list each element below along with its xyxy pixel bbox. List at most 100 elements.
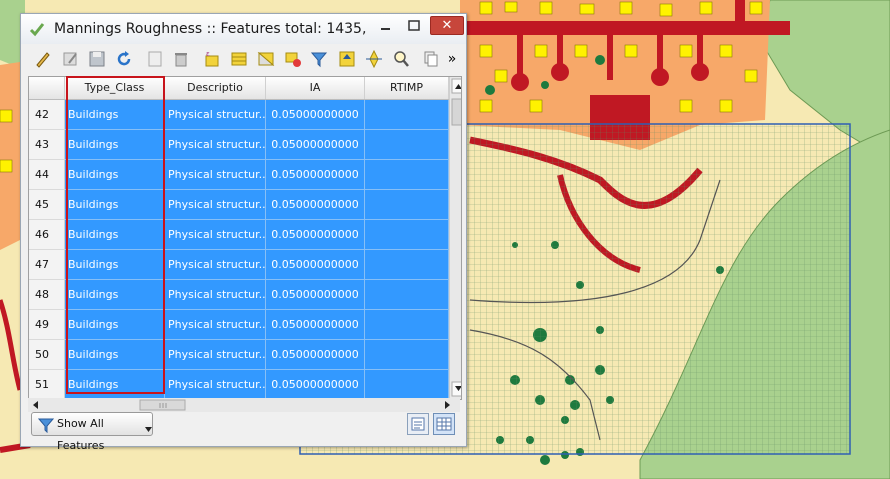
cell-rtimp[interactable]	[365, 250, 449, 280]
table-row[interactable]: 47 Buildings Physical structur... 0.0500000…	[29, 250, 461, 280]
delete-button[interactable]	[171, 49, 191, 69]
column-header-ia[interactable]: IA	[266, 77, 365, 99]
more-button[interactable]: »	[445, 49, 459, 69]
cell-descriptio[interactable]: Physical structur...	[165, 190, 266, 220]
filter-button[interactable]	[309, 49, 329, 69]
cell-ia[interactable]: 0.05000000000	[266, 130, 365, 160]
cell-rtimp[interactable]	[365, 100, 449, 130]
row-number[interactable]: 49	[29, 310, 65, 340]
cell-ia[interactable]: 0.05000000000	[266, 190, 365, 220]
column-header-descriptio[interactable]: Descriptio	[165, 77, 266, 99]
attribute-table: Type_Class Descriptio IA RTIMP 42 Buildin…	[28, 76, 462, 400]
show-all-features-label: Show All Features	[57, 417, 105, 452]
cell-ia[interactable]: 0.05000000000	[266, 160, 365, 190]
cell-rtimp[interactable]	[365, 310, 449, 340]
row-number[interactable]: 42	[29, 100, 65, 130]
cell-type-class[interactable]: Buildings	[65, 160, 165, 190]
cell-rtimp[interactable]	[365, 130, 449, 160]
cell-descriptio[interactable]: Physical structur...	[165, 130, 266, 160]
select-by-expression-icon: ε	[205, 50, 219, 67]
svg-text:ε: ε	[206, 50, 210, 58]
close-button[interactable]: ✕	[430, 16, 464, 35]
cell-type-class[interactable]: Buildings	[65, 250, 165, 280]
save-button[interactable]	[87, 49, 107, 69]
new-feature-icon	[148, 51, 162, 67]
cell-descriptio[interactable]: Physical structur...	[165, 280, 266, 310]
cell-type-class[interactable]: Buildings	[65, 130, 165, 160]
vertical-scrollbar[interactable]	[449, 77, 461, 399]
row-number[interactable]: 48	[29, 280, 65, 310]
cell-type-class[interactable]: Buildings	[65, 310, 165, 340]
maximize-button[interactable]	[401, 17, 427, 35]
cell-ia[interactable]: 0.05000000000	[266, 280, 365, 310]
pan-to-selected-button[interactable]	[364, 49, 384, 69]
move-selected-to-top-icon	[339, 51, 355, 67]
deselect-icon	[285, 52, 301, 67]
show-all-features-button[interactable]: Show All Features	[31, 412, 153, 452]
table-row[interactable]: 50 Buildings Physical structur... 0.0500000…	[29, 340, 461, 370]
row-number[interactable]: 43	[29, 130, 65, 160]
window-title: Mannings Roughness :: Features total: 14…	[54, 21, 369, 37]
edit-pencil-button[interactable]	[33, 49, 53, 69]
cell-rtimp[interactable]	[365, 280, 449, 310]
table-row[interactable]: 43 Buildings Physical structur... 0.0500000…	[29, 130, 461, 160]
cell-ia[interactable]: 0.05000000000	[266, 220, 365, 250]
row-number[interactable]: 50	[29, 340, 65, 370]
cell-type-class[interactable]: Buildings	[65, 100, 165, 130]
table-row[interactable]: 48 Buildings Physical structur... 0.0500000…	[29, 280, 461, 310]
column-header-type-class[interactable]: Type_Class	[65, 77, 165, 99]
table-row[interactable]: 51 Buildings Physical structur... 0.0500000…	[29, 370, 461, 399]
invert-selection-button[interactable]	[256, 49, 276, 69]
cell-ia[interactable]: 0.05000000000	[266, 100, 365, 130]
cell-descriptio[interactable]: Physical structur...	[165, 340, 266, 370]
cell-type-class[interactable]: Buildings	[65, 190, 165, 220]
table-row[interactable]: 46 Buildings Physical structur... 0.0500000…	[29, 220, 461, 250]
row-number[interactable]: 47	[29, 250, 65, 280]
copy-button[interactable]	[421, 49, 441, 69]
move-selected-to-top-button[interactable]	[337, 49, 357, 69]
cell-rtimp[interactable]	[365, 220, 449, 250]
row-number[interactable]: 51	[29, 370, 65, 399]
cell-descriptio[interactable]: Physical structur...	[165, 220, 266, 250]
cell-descriptio[interactable]: Physical structur...	[165, 370, 266, 399]
horizontal-scrollbar[interactable]	[28, 398, 460, 412]
table-row[interactable]: 44 Buildings Physical structur... 0.0500000…	[29, 160, 461, 190]
cell-rtimp[interactable]	[365, 340, 449, 370]
table-row[interactable]: 45 Buildings Physical structur... 0.0500000…	[29, 190, 461, 220]
row-number[interactable]: 44	[29, 160, 65, 190]
cell-type-class[interactable]: Buildings	[65, 280, 165, 310]
row-number[interactable]: 45	[29, 190, 65, 220]
column-header-rtimp[interactable]: RTIMP	[365, 77, 449, 99]
row-number[interactable]: 46	[29, 220, 65, 250]
corner-header[interactable]	[29, 77, 65, 99]
cell-rtimp[interactable]	[365, 160, 449, 190]
table-row[interactable]: 49 Buildings Physical structur... 0.0500000…	[29, 310, 461, 340]
cell-descriptio[interactable]: Physical structur...	[165, 160, 266, 190]
cell-ia[interactable]: 0.05000000000	[266, 340, 365, 370]
invert-selection-icon	[257, 51, 275, 67]
select-all-button[interactable]	[229, 49, 249, 69]
switch-to-table-view-button[interactable]	[433, 413, 455, 435]
cell-rtimp[interactable]	[365, 370, 449, 399]
switch-to-form-view-button[interactable]	[407, 413, 429, 435]
cell-type-class[interactable]: Buildings	[65, 370, 165, 399]
minimize-button[interactable]	[373, 17, 399, 35]
select-by-expression-button[interactable]: ε	[203, 49, 223, 69]
multi-edit-button[interactable]	[61, 49, 81, 69]
cell-descriptio[interactable]: Physical structur...	[165, 250, 266, 280]
cell-descriptio[interactable]: Physical structur...	[165, 310, 266, 340]
new-feature-button[interactable]	[145, 49, 165, 69]
reload-button[interactable]	[114, 49, 134, 69]
table-row[interactable]: 42 Buildings Physical structur... 0.0500000…	[29, 100, 461, 130]
cell-ia[interactable]: 0.05000000000	[266, 250, 365, 280]
cell-type-class[interactable]: Buildings	[65, 340, 165, 370]
title-bar[interactable]: Mannings Roughness :: Features total: 14…	[21, 14, 466, 44]
zoom-to-selected-button[interactable]	[391, 49, 411, 69]
filter-icon	[310, 52, 328, 68]
cell-type-class[interactable]: Buildings	[65, 220, 165, 250]
cell-descriptio[interactable]: Physical structur...	[165, 100, 266, 130]
cell-ia[interactable]: 0.05000000000	[266, 370, 365, 399]
deselect-button[interactable]	[283, 49, 303, 69]
cell-ia[interactable]: 0.05000000000	[266, 310, 365, 340]
cell-rtimp[interactable]	[365, 190, 449, 220]
